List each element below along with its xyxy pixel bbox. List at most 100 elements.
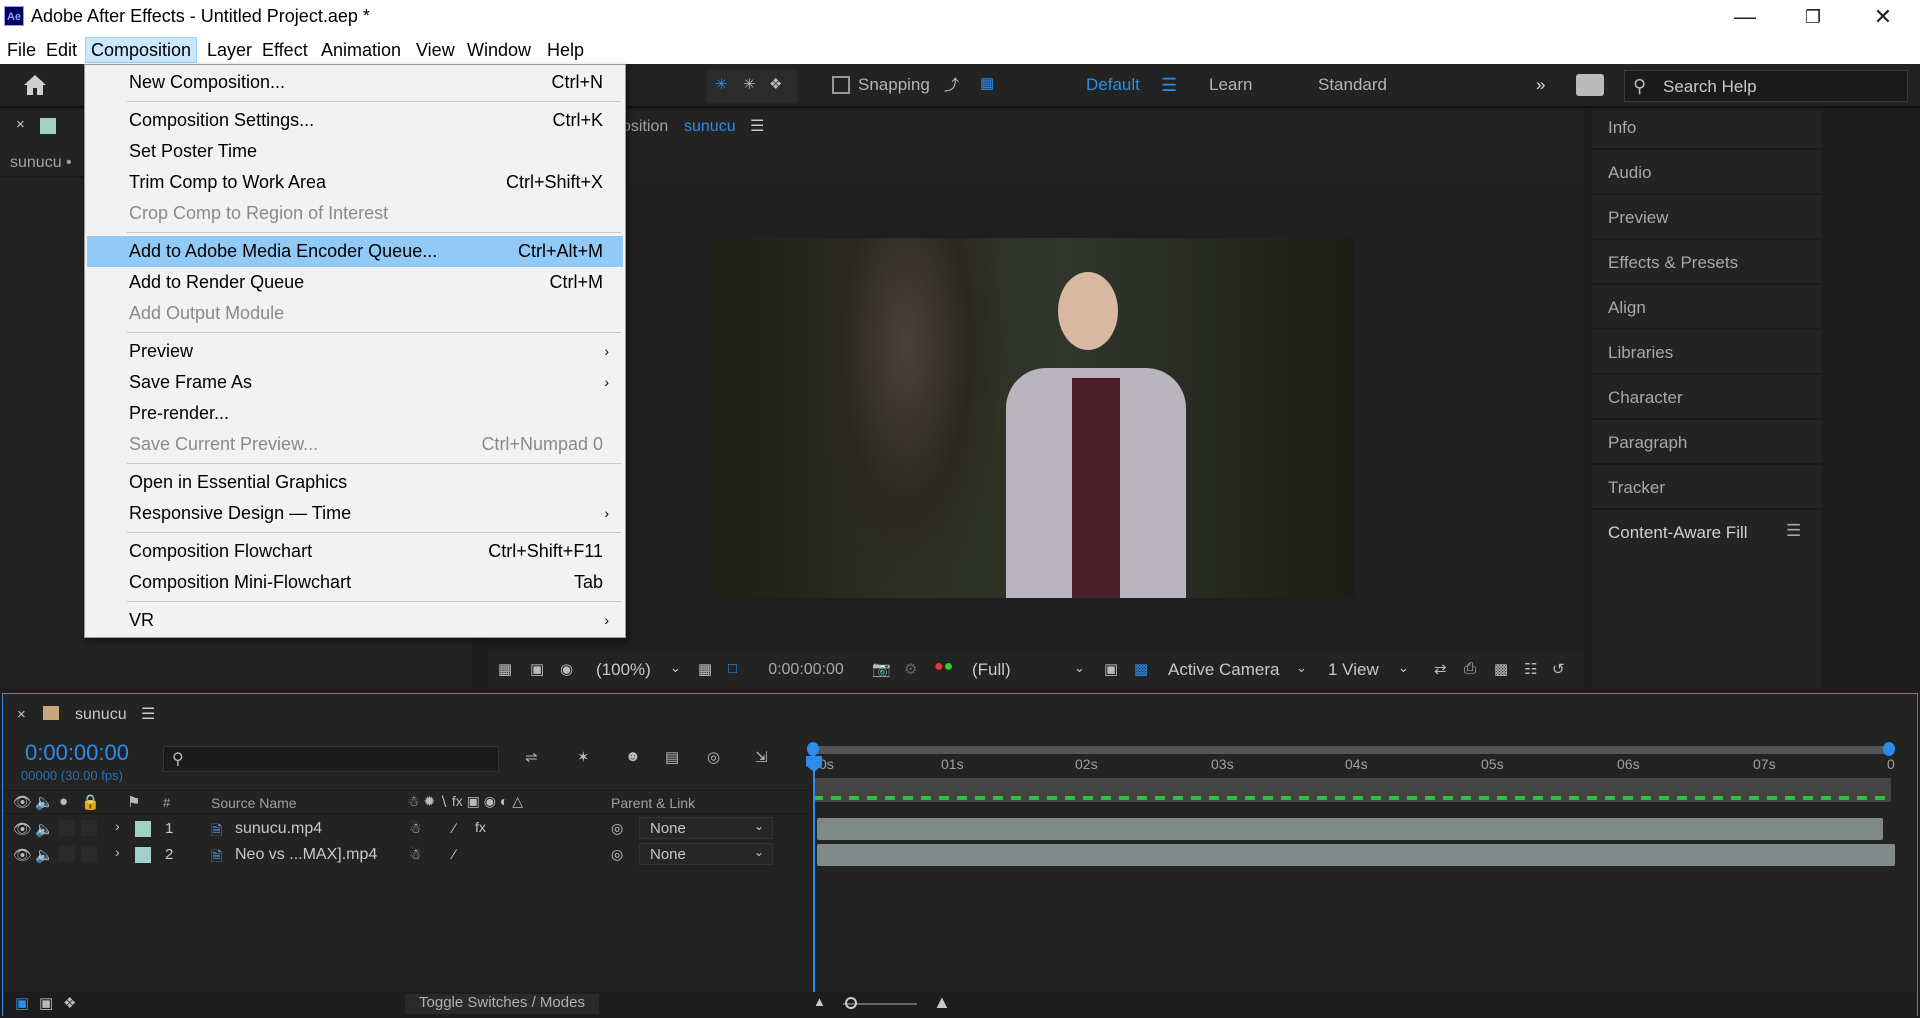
- layer-row[interactable]: 👁 🔈 › 2 🗎 Neo vs ...MAX].mp4 ☃ ∕ ◎ None …: [3, 842, 813, 868]
- layout-icon[interactable]: ⇄: [1434, 660, 1447, 678]
- solo-toggle[interactable]: [59, 820, 75, 836]
- camera-dropdown[interactable]: Active Camera ⌄: [1162, 656, 1316, 684]
- snap-grid-icon[interactable]: ▦: [980, 74, 994, 92]
- workspace-default[interactable]: Default: [1086, 75, 1140, 95]
- reset-exposure-icon[interactable]: ↺: [1552, 660, 1565, 678]
- menu-item-composition-mini-flowchart[interactable]: Composition Mini-Flowchart Tab: [87, 567, 623, 598]
- quality-switch-icon[interactable]: ∕: [453, 846, 455, 862]
- mask-icon[interactable]: ◉: [560, 660, 573, 678]
- expand-icon[interactable]: ›: [115, 818, 120, 834]
- menu-help[interactable]: Help: [542, 38, 589, 62]
- layer-name[interactable]: sunucu.mp4: [235, 820, 322, 838]
- fast-preview-icon[interactable]: ⎙: [1464, 660, 1476, 677]
- comp-tab-name[interactable]: sunucu: [684, 118, 736, 136]
- menu-view[interactable]: View: [411, 38, 460, 62]
- grid-guide-icon[interactable]: ▦: [698, 660, 712, 678]
- more-workspaces-icon[interactable]: »: [1536, 75, 1545, 95]
- layer-label-color[interactable]: [135, 821, 151, 837]
- close-button[interactable]: ✕: [1848, 0, 1918, 34]
- menu-item-responsive-design[interactable]: Responsive Design — Time ›: [87, 498, 623, 529]
- panel-align[interactable]: Align: [1592, 286, 1822, 330]
- lock-icon[interactable]: 🔒: [81, 793, 100, 811]
- timeline-tab-name[interactable]: sunucu: [75, 706, 127, 724]
- zoom-in-icon[interactable]: ▲: [933, 992, 951, 1013]
- monitor-icon[interactable]: ▣: [530, 660, 544, 678]
- menu-animation[interactable]: Animation: [316, 38, 406, 62]
- timeline-icon[interactable]: ▩: [1494, 660, 1508, 678]
- panel-libraries[interactable]: Libraries: [1592, 331, 1822, 375]
- layer-label-color[interactable]: [135, 847, 151, 863]
- comp-menu-icon[interactable]: ☰: [750, 116, 764, 136]
- menu-item-composition-flowchart[interactable]: Composition Flowchart Ctrl+Shift+F11: [87, 536, 623, 567]
- menu-window[interactable]: Window: [462, 38, 536, 62]
- timeline-menu-icon[interactable]: ☰: [141, 704, 155, 724]
- menu-item-preview[interactable]: Preview ›: [87, 336, 623, 367]
- sync-settings-icon[interactable]: [1576, 74, 1604, 96]
- speaker-icon[interactable]: 🔈: [35, 846, 54, 864]
- graph-editor-icon[interactable]: ⇲: [755, 748, 768, 766]
- solo-icon[interactable]: ●: [59, 793, 68, 810]
- panel-menu-icon[interactable]: ☰: [1786, 521, 1801, 541]
- menu-layer[interactable]: Layer: [202, 38, 257, 62]
- column-parent-link[interactable]: Parent & Link: [611, 795, 695, 811]
- layer-row[interactable]: 👁 🔈 › 1 🗎 sunucu.mp4 ☃ ∕ fx ◎ None ⌄: [3, 816, 813, 842]
- minimize-button[interactable]: —: [1710, 0, 1780, 34]
- speaker-icon[interactable]: 🔈: [35, 820, 54, 838]
- show-snapshot-icon[interactable]: ⚙: [904, 660, 917, 678]
- timeline-search-input[interactable]: ⚲: [163, 746, 499, 772]
- timeline-tab-close-icon[interactable]: ×: [17, 706, 26, 723]
- eye-icon[interactable]: 👁: [13, 793, 32, 811]
- shy-switch-icon[interactable]: ☃: [409, 846, 422, 863]
- menu-item-add-to-render-queue[interactable]: Add to Render Queue Ctrl+M: [87, 267, 623, 298]
- puppet-bend-icon[interactable]: ❖: [769, 75, 782, 93]
- always-preview-icon[interactable]: ▦: [498, 660, 512, 678]
- frame-blending-icon[interactable]: ▤: [665, 748, 679, 766]
- home-icon[interactable]: [20, 70, 50, 100]
- zoom-out-icon[interactable]: ▲: [813, 994, 826, 1009]
- eye-icon[interactable]: 👁: [13, 846, 32, 864]
- resolution-dropdown[interactable]: (Full) ⌄: [966, 656, 1092, 684]
- menu-edit[interactable]: Edit: [41, 38, 82, 62]
- toggle-mask-icon[interactable]: □: [728, 660, 737, 677]
- project-tab-close-icon[interactable]: ×: [16, 116, 25, 133]
- search-help-input[interactable]: ⚲ Search Help: [1624, 70, 1908, 102]
- puppet-pin-icon[interactable]: ✳: [715, 75, 728, 93]
- menu-composition[interactable]: Composition: [85, 37, 198, 63]
- zoom-slider-thumb[interactable]: [845, 997, 857, 1009]
- toggle-switches-modes[interactable]: Toggle Switches / Modes: [405, 994, 599, 1014]
- panel-character[interactable]: Character: [1592, 376, 1822, 420]
- transparency-grid-icon[interactable]: ▩: [1134, 660, 1148, 678]
- menu-item-open-essential-graphics[interactable]: Open in Essential Graphics: [87, 467, 623, 498]
- speaker-icon[interactable]: 🔈: [35, 793, 54, 811]
- current-time-display[interactable]: 0:00:00:00: [758, 656, 854, 684]
- panel-tracker[interactable]: Tracker: [1592, 466, 1822, 510]
- menu-item-add-to-media-encoder[interactable]: Add to Adobe Media Encoder Queue... Ctrl+…: [87, 236, 623, 267]
- zoom-dropdown[interactable]: (100%) ⌄: [590, 656, 686, 684]
- layer-switches-icon[interactable]: ▣: [15, 994, 29, 1012]
- playhead-line[interactable]: [813, 752, 815, 992]
- quality-switch-icon[interactable]: ∕: [453, 820, 455, 836]
- panel-preview[interactable]: Preview: [1592, 196, 1822, 240]
- lock-toggle[interactable]: [81, 820, 97, 836]
- snap-edges-icon[interactable]: ⤴: [944, 74, 959, 95]
- region-of-interest-icon[interactable]: ▣: [1104, 660, 1118, 678]
- comp-viewer[interactable]: [488, 184, 1584, 684]
- fx-switch-icon[interactable]: fx: [475, 819, 486, 835]
- lock-toggle[interactable]: [81, 846, 97, 862]
- flowchart-icon[interactable]: ☷: [1524, 660, 1537, 678]
- work-area-bar[interactable]: [813, 746, 1891, 754]
- shy-switch-icon[interactable]: ☃: [409, 820, 422, 837]
- timeline-timecode[interactable]: 0:00:00:00: [25, 740, 129, 766]
- menu-file[interactable]: File: [2, 38, 41, 62]
- menu-effect[interactable]: Effect: [257, 38, 313, 62]
- expand-icon[interactable]: ›: [115, 844, 120, 860]
- layer-name[interactable]: Neo vs ...MAX].mp4: [235, 846, 377, 864]
- pick-whip-icon[interactable]: ◎: [611, 846, 623, 863]
- menu-item-trim-comp[interactable]: Trim Comp to Work Area Ctrl+Shift+X: [87, 167, 623, 198]
- label-tag-icon[interactable]: ⚑: [127, 793, 140, 811]
- draft-3d-icon[interactable]: ✶: [577, 748, 590, 766]
- menu-item-set-poster-time[interactable]: Set Poster Time: [87, 136, 623, 167]
- layer-duration-bar[interactable]: [817, 844, 1895, 866]
- workspace-menu-icon[interactable]: ☰: [1161, 75, 1177, 96]
- panel-content-aware-fill[interactable]: Content-Aware Fill ☰: [1592, 511, 1822, 555]
